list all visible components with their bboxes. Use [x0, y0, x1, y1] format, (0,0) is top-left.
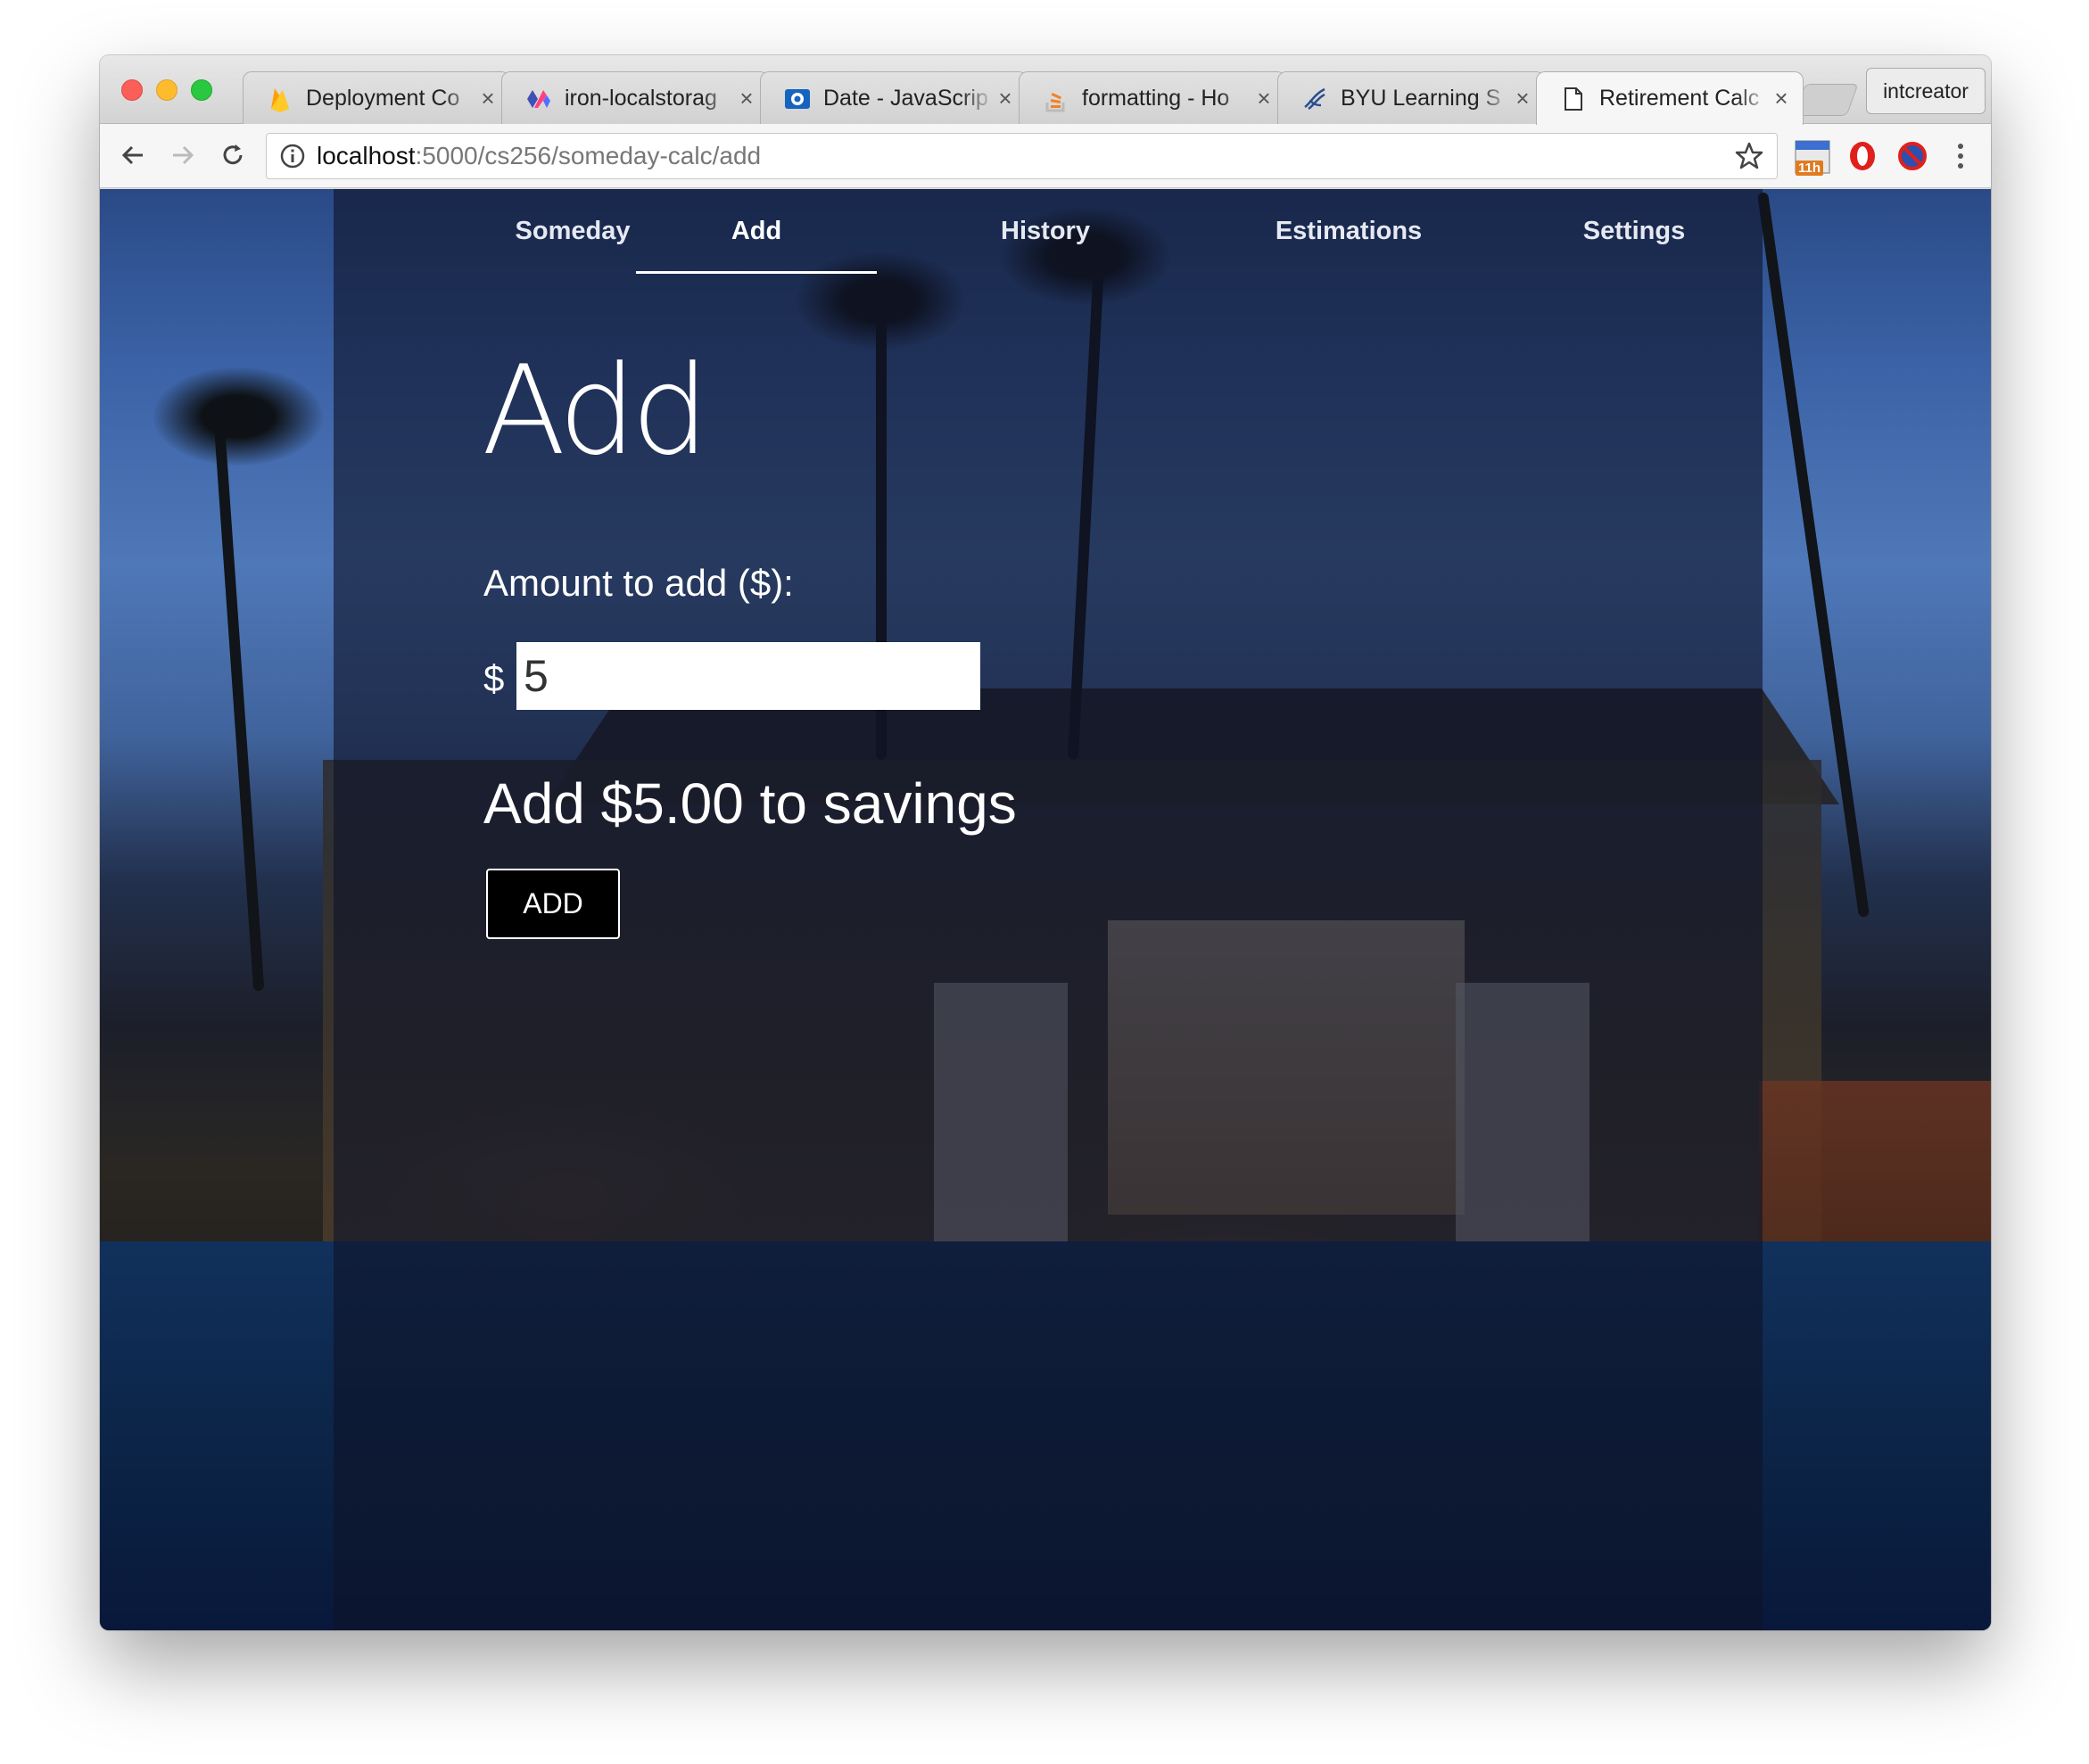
- document-icon: [1560, 86, 1587, 112]
- tab-estimations[interactable]: Estimations: [1215, 209, 1482, 253]
- opera-extension-button[interactable]: [1843, 136, 1882, 176]
- close-icon[interactable]: ×: [1253, 85, 1275, 112]
- add-button[interactable]: ADD: [486, 869, 620, 939]
- mdn-icon: [784, 86, 811, 112]
- blocker-extension-button[interactable]: [1893, 136, 1932, 176]
- info-icon[interactable]: [279, 143, 306, 169]
- close-icon[interactable]: ×: [995, 85, 1016, 112]
- bookmark-star-icon[interactable]: [1734, 141, 1764, 171]
- extension-badge: 11h: [1796, 161, 1824, 176]
- browser-tab-retirement-calc[interactable]: Retirement Calc ×: [1536, 71, 1804, 125]
- tab-strip: Deployment Co × iron-localstorag × Date …: [100, 55, 1991, 125]
- minimize-window-button[interactable]: [156, 79, 178, 101]
- page-title: Add: [482, 339, 709, 482]
- browser-tab-title: formatting - Ho: [1082, 86, 1230, 111]
- arrow-right-icon: [173, 145, 194, 165]
- browser-menu-button[interactable]: [1941, 136, 1980, 176]
- reload-icon: [223, 144, 243, 165]
- page-content: Someday Add History Estimations Settings…: [100, 189, 1991, 1630]
- back-button[interactable]: [111, 133, 155, 177]
- amount-label: Amount to add ($):: [483, 562, 794, 604]
- close-icon[interactable]: ×: [736, 85, 757, 112]
- browser-tab-title: Deployment Co: [306, 86, 460, 111]
- browser-tab-title: iron-localstorag: [565, 86, 717, 111]
- tab-add[interactable]: Add: [636, 209, 877, 253]
- browser-window: Deployment Co × iron-localstorag × Date …: [100, 55, 1991, 1630]
- arrow-left-icon: [121, 145, 143, 165]
- tab-settings[interactable]: Settings: [1545, 209, 1723, 253]
- url-path: :5000/cs256/someday-calc/add: [415, 142, 762, 169]
- close-icon[interactable]: ×: [477, 85, 499, 112]
- browser-tab-deployment[interactable]: Deployment Co ×: [243, 71, 510, 125]
- stackoverflow-icon: [1043, 86, 1069, 112]
- close-icon[interactable]: ×: [1771, 85, 1792, 112]
- more-vertical-icon: [1958, 144, 1963, 169]
- browser-tab-title: Date - JavaScrip: [823, 86, 988, 111]
- polymer-icon: [525, 86, 552, 112]
- address-bar[interactable]: localhost:5000/cs256/someday-calc/add: [266, 133, 1778, 179]
- calendar-extension-button[interactable]: 11h: [1793, 136, 1832, 176]
- browser-tab-formatting[interactable]: formatting - Ho ×: [1019, 71, 1286, 125]
- browser-tab-title: BYU Learning S: [1341, 86, 1501, 111]
- currency-symbol: $: [483, 657, 505, 699]
- profile-button[interactable]: intcreator: [1866, 68, 1986, 114]
- background-palm-crown: [153, 367, 323, 466]
- browser-tab-iron-localstorage[interactable]: iron-localstorag ×: [501, 71, 769, 125]
- add-summary: Add $5.00 to savings: [483, 771, 1017, 836]
- browser-tab-title: Retirement Calc: [1599, 86, 1760, 111]
- byu-icon: [1301, 86, 1328, 112]
- background-palm: [213, 421, 265, 992]
- browser-tab-date-javascript[interactable]: Date - JavaScrip ×: [760, 71, 1028, 125]
- block-icon: [1898, 142, 1927, 170]
- maximize-window-button[interactable]: [191, 79, 212, 101]
- amount-input[interactable]: [516, 642, 980, 710]
- opera-icon: [1850, 142, 1875, 170]
- firebase-icon: [267, 86, 293, 112]
- tab-history[interactable]: History: [956, 209, 1135, 253]
- forward-button[interactable]: [161, 133, 205, 177]
- active-tab-indicator: [636, 271, 877, 274]
- browser-toolbar: localhost:5000/cs256/someday-calc/add 11…: [100, 124, 1991, 188]
- reload-button[interactable]: [211, 133, 255, 177]
- close-window-button[interactable]: [121, 79, 143, 101]
- close-icon[interactable]: ×: [1512, 85, 1533, 112]
- browser-tab-byu-learning[interactable]: BYU Learning S ×: [1277, 71, 1545, 125]
- url-host: localhost: [317, 142, 416, 169]
